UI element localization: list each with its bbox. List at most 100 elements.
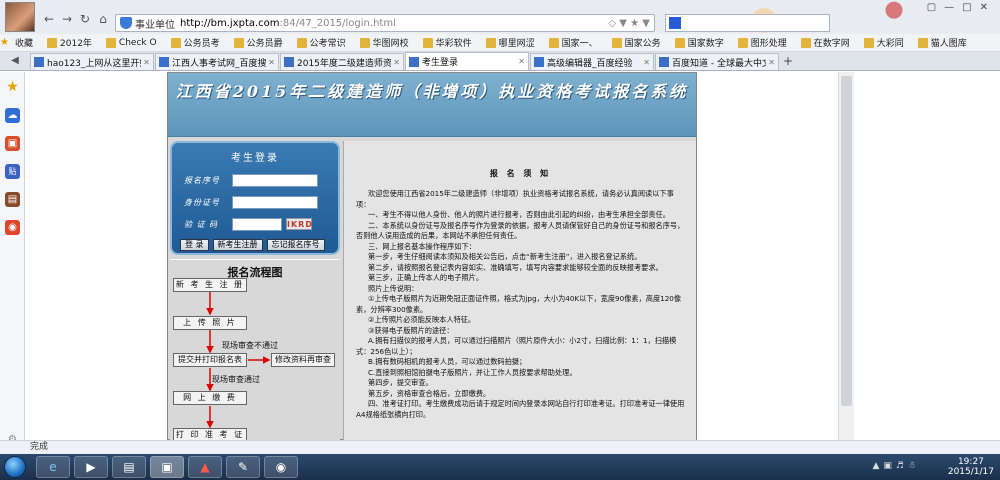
tieba-icon[interactable]: 贴 [5,164,20,179]
media-taskbar-icon[interactable]: ▶ [74,456,108,478]
favorites-item[interactable]: 公务员爵 [233,36,283,49]
tab-scroll-left-icon[interactable]: ◀ [0,52,30,70]
app-taskbar-icon[interactable]: ◉ [264,456,298,478]
captcha-image[interactable]: IKRD [286,218,312,230]
address-bar[interactable]: 事业单位 http://bm.jxpta.com :84/47_2015/log… [115,14,655,32]
paint-taskbar-icon[interactable]: ✎ [226,456,260,478]
folder-icon [863,37,874,48]
star-icon[interactable]: ★ [5,80,20,95]
address-host: http://bm.jxpta.com [180,17,280,29]
tab-zhidao[interactable]: 百度知道 - 全球最大中文 ✕ [655,53,779,70]
tab-login[interactable]: 考生登录 ✕ [405,52,529,70]
forward-icon[interactable]: → [60,12,74,26]
start-button[interactable] [4,456,26,478]
login-button[interactable]: 登 录 [180,239,209,251]
notice-paragraph: 第二步，请按照报名登记表内容如实、准确填写，填写内容要求能够较全面的反映报考要求… [368,262,663,272]
favorites-item[interactable]: 国家一、 [548,36,598,49]
notice-title: 报 名 须 知 [489,169,552,178]
favorites-item[interactable]: 华彩软件 [422,36,472,49]
close-icon[interactable]: ✕ [768,58,775,67]
favorites-item[interactable]: 2012年 [47,36,92,49]
favorites-item[interactable]: 猫人图库 [917,36,967,49]
window-controls[interactable]: ▢—□✕ [927,2,996,13]
close-icon[interactable]: ✕ [643,58,650,67]
tab-search-jx[interactable]: 江西人事考试网_百度搜索 ✕ [155,53,279,70]
page-frame: 江西省2015年二级建造师（非增项）执业资格考试报名系统 考生登录 报名序号 身… [167,72,697,440]
back-icon[interactable]: ← [42,12,56,26]
address-tools-icon[interactable]: ◇ ▼ ★ ▼ [608,18,654,29]
folder-icon [233,37,244,48]
tray-icons[interactable]: ▲▣♬☃ [872,461,920,471]
weibo-icon[interactable]: ◉ [5,220,20,235]
favorites-item[interactable]: 公考常识 [296,36,346,49]
favorites-item[interactable]: 公务员考 [170,36,220,49]
notice-paragraph: B.拥有数码相机的报考人员，可以通过数码拍摄； [368,357,527,366]
scrollbar-thumb[interactable] [841,76,852,406]
favorites-item[interactable]: 国家公务 [611,36,661,49]
notice-paragraph: ③获得电子版照片的途径： [368,325,454,335]
notice-paragraph: 二、本系统以身份证号及报名序号作为登录的依据，报考人员请保管好自己的身份证号和报… [356,220,685,241]
captcha-input[interactable] [232,217,282,231]
tab-hao123[interactable]: hao123_上网从这里开始 ✕ [30,53,154,70]
ie-taskbar-icon[interactable]: e [36,456,70,478]
favorites-item[interactable]: 在数字网 [800,36,850,49]
favorites-bar: ★ 收藏 2012年 Check O 公务员考 公务员爵 公考常识 华图网校 华彩… [0,34,1000,52]
favorites-item[interactable]: Check O [105,37,157,48]
pdf-taskbar-icon[interactable]: ▲ [188,456,222,478]
folder-icon [611,37,622,48]
close-icon[interactable]: ✕ [518,57,525,66]
tab-jianzaoshi[interactable]: 2015年度二级建造师资格 ✕ [280,53,404,70]
page-scrollbar[interactable] [838,72,854,440]
tab-editor[interactable]: 高级编辑器_百度经验 ✕ [530,53,654,70]
book-icon[interactable]: ▤ [5,192,20,207]
security-shield-icon [120,17,132,29]
user-avatar[interactable] [5,2,35,32]
search-engine-icon[interactable] [669,17,681,29]
browser-taskbar-icon[interactable]: ▣ [150,456,184,478]
notice-paragraph: A.拥有扫描仪的报考人员，可以通过扫描照片（照片原件大小：小2寸，扫描比例：1：… [356,336,677,356]
notice-paragraph: 照片上传说明： [368,283,419,293]
app-icon[interactable]: ▣ [5,136,20,151]
notice-paragraph: 第五步，资格审查合格后，立即缴费。 [368,388,491,398]
notice-body: 欢迎您使用江西省2015年二级建造师（非增项）执业资格考试报名系统，请务必认真阅… [356,189,688,420]
favorites-item[interactable]: ★ 收藏 [0,36,33,49]
forgot-seq-button[interactable]: 忘记报名序号 [266,239,325,251]
page-banner: 江西省2015年二级建造师（非增项）执业资格考试报名系统 [168,73,696,137]
flow-note-fail: 现场审查不通过 [222,341,278,350]
register-button[interactable]: 新考生注册 [212,239,263,251]
favorites-item[interactable]: 国家数字 [674,36,724,49]
favorites-item[interactable]: 哪里网涩 [485,36,535,49]
refresh-icon[interactable]: ↻ [78,12,92,26]
star-icon: ★ [0,36,9,48]
favorites-item[interactable]: 图形处理 [737,36,787,49]
page-icon [409,56,419,67]
page-icon [534,57,544,67]
seq-input[interactable] [232,173,318,187]
login-row-seq: 报名序号 [184,173,334,187]
new-tab-button[interactable]: + [780,53,796,70]
status-bar: 完成 [0,440,1000,454]
page-icon [34,57,44,67]
flow-panel: 报名流程图 新 考 生 注 册 上 传 照 片 提交并打印报名表 修改资料再审查… [170,259,340,440]
flow-note-pass: 现场审查通过 [212,375,260,384]
favorites-item[interactable]: 大彩同 [863,36,904,49]
close-icon[interactable]: ✕ [393,58,400,67]
right-blank-area [854,72,1000,440]
favorites-item[interactable]: 华图网校 [359,36,409,49]
close-icon[interactable]: ✕ [143,58,150,67]
cloud-icon[interactable]: ☁ [5,108,20,123]
folder-icon [800,37,811,48]
folder-icon [674,37,685,48]
explorer-taskbar-icon[interactable]: ▤ [112,456,146,478]
home-icon[interactable]: ⌂ [96,12,110,26]
folder-icon [917,37,928,48]
tray-clock[interactable]: 19:27 2015/1/17 [948,457,994,477]
folder-icon [105,37,116,48]
notice-paragraph: C.直接到照相馆拍摄电子版照片，并让工作人员按要求帮助处理。 [368,367,577,377]
id-card-input[interactable] [232,195,318,209]
page-icon [284,57,294,67]
search-box[interactable] [665,14,830,32]
close-icon[interactable]: ✕ [268,58,275,67]
page-title: 江西省2015年二级建造师（非增项）执业资格考试报名系统 [175,82,689,101]
folder-icon [737,37,748,48]
